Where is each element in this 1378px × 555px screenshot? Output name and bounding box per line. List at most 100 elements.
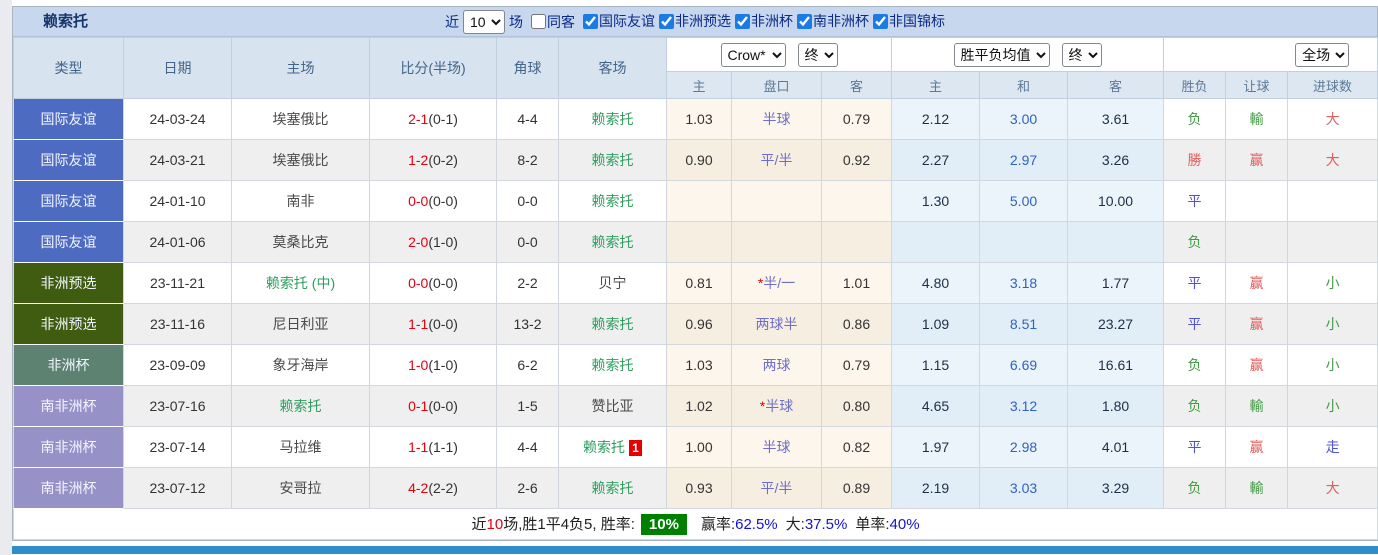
- match-score: 4-2(2-2): [369, 467, 497, 509]
- big-label: 大:: [785, 516, 805, 533]
- table-row: 国际友谊 24-01-10 南非 0-0(0-0) 0-0 赖索托 1.30 5.00 10.0…: [13, 180, 1378, 222]
- corner-score: 4-4: [496, 426, 559, 468]
- subcol-euro-away: 客: [1067, 71, 1165, 99]
- euro-away-odds: 1.80: [1067, 385, 1165, 427]
- subcol-result: 胜负: [1163, 71, 1227, 99]
- asian-handicap: 平/半: [731, 139, 822, 181]
- euro-draw-odds: [979, 221, 1069, 263]
- near-label: 近: [445, 13, 459, 30]
- competition-checkbox-3[interactable]: 南非洲杯: [793, 11, 869, 31]
- asian-handicap: [731, 221, 822, 263]
- euro-away-odds: 10.00: [1067, 180, 1165, 222]
- corner-score: 0-0: [496, 180, 559, 222]
- match-type-badge: 非洲预选: [13, 303, 124, 345]
- match-type-badge: 国际友谊: [13, 180, 124, 222]
- corner-score: 13-2: [496, 303, 559, 345]
- same-opponent-checkbox[interactable]: 同客: [527, 12, 575, 32]
- asian-handicap: 两球半: [731, 303, 822, 345]
- euro-draw-odds: 2.98: [979, 426, 1069, 468]
- euro-time-select[interactable]: 终: [1061, 42, 1102, 67]
- match-score: 1-2(0-2): [369, 139, 497, 181]
- match-type-badge: 非洲预选: [13, 262, 124, 304]
- home-team: 赖索托 (中): [231, 262, 370, 304]
- recent-count-select[interactable]: 10: [463, 9, 505, 34]
- home-team: 象牙海岸: [231, 344, 370, 386]
- asian-away-odds: 0.79: [820, 344, 893, 386]
- title-bar: 赖索托 近 10 场 同客 国际友谊 非洲预选 非洲杯 南非洲杯 非国锦标: [13, 7, 1377, 37]
- match-type-badge: 南非洲杯: [13, 426, 124, 468]
- competition-checkbox-input[interactable]: [735, 13, 750, 29]
- subcol-euro-draw: 和: [979, 71, 1069, 99]
- euro-draw-odds: 6.69: [979, 344, 1069, 386]
- euro-away-odds: 3.26: [1067, 139, 1165, 181]
- matches-table: 类型 日期 主场 比分(半场) 角球 客场 Crow* 终 胜平负均值 终 全场…: [12, 37, 1378, 540]
- asian-handicap: [731, 180, 822, 222]
- same-opponent-checkbox-input[interactable]: [531, 14, 546, 29]
- asian-away-odds: [820, 221, 893, 263]
- match-type-badge: 国际友谊: [13, 139, 124, 181]
- col-header-home: 主场: [231, 37, 370, 99]
- match-date: 23-07-14: [123, 426, 232, 468]
- summary-near: 近: [471, 516, 487, 533]
- euro-odds-select[interactable]: 胜平负均值: [953, 42, 1050, 67]
- single-label: 单率:: [855, 516, 890, 533]
- competition-label: 非洲预选: [675, 13, 731, 30]
- competition-checkbox-input[interactable]: [583, 13, 598, 29]
- corner-score: 2-6: [496, 467, 559, 509]
- table-row: 非洲预选 23-11-21 赖索托 (中) 0-0(0-0) 2-2 贝宁 0.81 *半/一…: [13, 262, 1378, 304]
- asian-handicap: 平/半: [731, 467, 822, 509]
- scope-select-cell: 全场: [1163, 37, 1378, 72]
- result-handicap: 輸: [1225, 98, 1289, 140]
- scope-select[interactable]: 全场: [1295, 42, 1350, 67]
- competition-checkbox-input[interactable]: [659, 13, 674, 29]
- bookmaker-time-select[interactable]: 终: [797, 42, 838, 67]
- asian-home-odds: 1.03: [666, 98, 732, 140]
- match-date: 23-07-12: [123, 467, 232, 509]
- match-type-badge: 南非洲杯: [13, 467, 124, 509]
- result-wdl: 负: [1163, 467, 1227, 509]
- euro-draw-odds: 3.18: [979, 262, 1069, 304]
- asian-handicap: *半/一: [731, 262, 822, 304]
- match-score: 0-0(0-0): [369, 180, 497, 222]
- corner-score: 8-2: [496, 139, 559, 181]
- asian-home-odds: 0.81: [666, 262, 732, 304]
- asian-odds-select-cell: Crow* 终: [665, 37, 893, 72]
- competition-checkbox-0[interactable]: 国际友谊: [579, 11, 655, 31]
- euro-away-odds: 16.61: [1067, 344, 1165, 386]
- match-type-badge: 国际友谊: [13, 221, 124, 263]
- competition-checkbox-1[interactable]: 非洲预选: [655, 11, 731, 31]
- result-handicap: [1225, 221, 1289, 263]
- match-score: 2-1(0-1): [369, 98, 497, 140]
- home-team: 安哥拉: [231, 467, 370, 509]
- competition-checkbox-4[interactable]: 非国锦标: [869, 11, 945, 31]
- bookmaker-select[interactable]: Crow*: [720, 42, 786, 67]
- summary-row: 近10场,胜1平4负5, 胜率: 10% 赢率:62.5% 大:37.5% 单率:40%: [12, 508, 1378, 540]
- euro-away-odds: 3.61: [1067, 98, 1165, 140]
- match-score: 1-0(1-0): [369, 344, 497, 386]
- euro-home-odds: 2.27: [891, 139, 981, 181]
- asian-home-odds: 1.00: [666, 426, 732, 468]
- match-score: 0-1(0-0): [369, 385, 497, 427]
- result-goals: 小: [1287, 262, 1378, 304]
- euro-home-odds: 2.19: [891, 467, 981, 509]
- competition-checkbox-2[interactable]: 非洲杯: [731, 11, 793, 31]
- euro-draw-odds: 5.00: [979, 180, 1069, 222]
- subcol-handicap-result: 让球: [1225, 71, 1289, 99]
- table-row: 非洲杯 23-09-09 象牙海岸 1-0(1-0) 6-2 赖索托 1.03 两球 0.79 1…: [13, 344, 1378, 386]
- table-row: 国际友谊 24-03-24 埃塞俄比 2-1(0-1) 4-4 赖索托 1.03 半球 0.79…: [13, 98, 1378, 140]
- result-handicap: 赢: [1225, 426, 1289, 468]
- result-goals: 走: [1287, 426, 1378, 468]
- euro-odds-select-cell: 胜平负均值 终: [891, 37, 1165, 72]
- result-wdl: 负: [1163, 98, 1227, 140]
- result-wdl: 平: [1163, 303, 1227, 345]
- corner-score: 0-0: [496, 221, 559, 263]
- asian-home-odds: 1.03: [666, 344, 732, 386]
- subcol-asian-home: 主: [666, 71, 732, 99]
- single-value: 40%: [889, 516, 920, 533]
- corner-score: 2-2: [496, 262, 559, 304]
- result-goals: [1287, 180, 1378, 222]
- match-score: 1-1(1-1): [369, 426, 497, 468]
- asian-away-odds: 0.86: [820, 303, 893, 345]
- competition-checkbox-input[interactable]: [873, 13, 888, 29]
- competition-checkbox-input[interactable]: [797, 13, 812, 29]
